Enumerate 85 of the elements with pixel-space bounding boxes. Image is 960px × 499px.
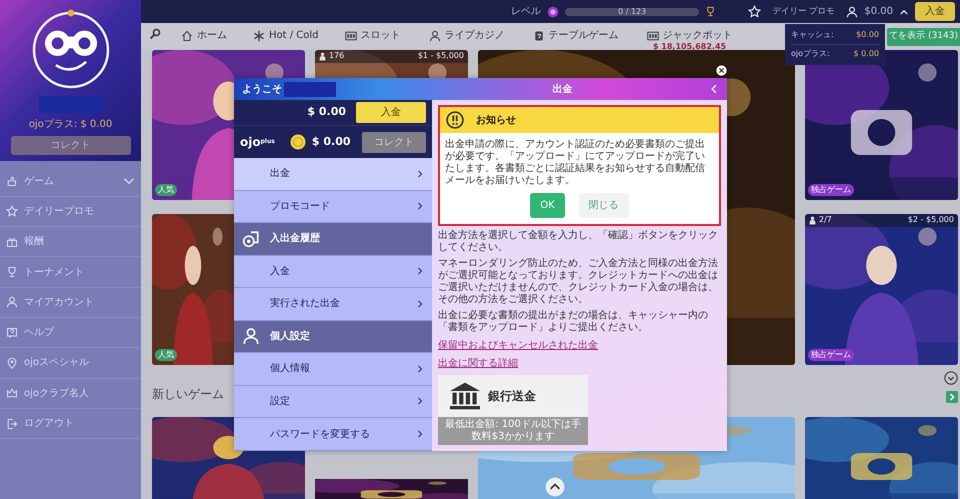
redaction-bar <box>284 82 336 96</box>
logout-icon <box>6 418 18 430</box>
chevron-right-icon <box>416 168 424 180</box>
level-reading: 0 / 123 <box>617 6 648 18</box>
balance-text: $0.00 <box>864 5 893 19</box>
help-icon <box>6 326 18 339</box>
slot-machine-icon <box>646 30 659 42</box>
chevron-right-icon <box>416 362 424 375</box>
menu-item[interactable]: 入金 <box>234 256 432 288</box>
home-icon <box>181 30 193 42</box>
level-label: レベル <box>511 5 542 19</box>
card-icon <box>532 30 545 42</box>
bet-limits: $1 - $5,000 <box>418 50 464 62</box>
game-tag: 人気 <box>155 349 177 361</box>
game-tag: 独占ゲーム <box>808 349 854 361</box>
redaction-bar <box>38 96 102 113</box>
paragraph: マネーロンダリング防止のため、ご入金方法と同様の出金方法がご選択可能となっております。クレジットカードへの出金はご選択いただけませんので、クレジットカード入金の場合は、その他の方法をご選択ください。 <box>438 258 719 306</box>
text-link[interactable]: 出金に関する詳細 <box>438 356 518 371</box>
snowflake-icon <box>253 30 265 42</box>
scroll-up-icon[interactable] <box>545 477 565 497</box>
back-icon[interactable] <box>709 83 719 95</box>
notice-text: 出金申請の際に、アカウント認証のため必要書類のご提出が必要です。「アップロード」にてアップロードが完了いたします。各書類ごとに認証結果をお知らせする自動配信メールをお届けいたします。 <box>444 138 706 188</box>
chevron-right-icon <box>416 298 424 310</box>
crown-icon <box>6 387 18 400</box>
deposit-button[interactable]: 入金 <box>356 102 426 123</box>
close-icon[interactable] <box>716 65 727 76</box>
text-link[interactable]: 保留中およびキャンセルされた出金 <box>438 338 598 353</box>
nav-tab[interactable]: スロット <box>344 28 401 43</box>
coin-icon <box>290 134 306 150</box>
balance-label: キャッシュ: <box>791 29 834 41</box>
menu-item[interactable]: プロモコード <box>234 190 432 224</box>
section-heading: 新しいゲーム <box>152 386 224 403</box>
person-icon <box>808 216 817 225</box>
chevron-down-icon[interactable] <box>944 371 958 385</box>
menu-item[interactable]: 実行された出金 <box>234 288 432 321</box>
player-count: 176 <box>329 50 344 62</box>
person-icon <box>318 52 327 61</box>
nav-tab[interactable]: テーブルゲーム <box>532 28 619 43</box>
trophy-icon <box>705 6 716 17</box>
game-tag: 人気 <box>155 184 177 196</box>
gift-icon <box>6 236 18 248</box>
balance-text: ojoプラス: $ 0.00 <box>28 118 112 132</box>
star-icon[interactable] <box>748 5 762 18</box>
nav-tab[interactable]: ライブカジノ <box>428 28 505 43</box>
section-title: 入出金履歴 <box>270 232 320 246</box>
plus-logo: ojo$^{plus}$ <box>240 134 275 151</box>
nav-tab[interactable]: Hot / Cold <box>253 28 319 43</box>
notice-title: お知らせ <box>476 114 516 128</box>
alert-icon <box>446 111 464 129</box>
user-icon <box>428 30 441 42</box>
menu-item[interactable]: 出金 <box>234 158 432 191</box>
deposit-button[interactable]: 入金 <box>915 2 955 21</box>
search-icon[interactable] <box>149 28 161 40</box>
daily-promo-link[interactable]: デイリー プロモ <box>772 7 835 16</box>
nav-tab[interactable]: ジャックポット <box>646 28 733 43</box>
paragraph: 出金に必要な書類の提出がまだの場合は、キャッシャー内の「書類をアップロード」よりご提出ください。 <box>438 310 709 334</box>
section-title: 個人設定 <box>270 329 310 344</box>
balance-label: ojoプラス: <box>791 48 830 60</box>
nav-tab[interactable]: ホーム <box>181 28 227 43</box>
modal-title: 出金 <box>552 82 574 96</box>
player-count: 2/7 <box>819 214 832 226</box>
user-icon <box>242 327 260 346</box>
user-icon <box>6 296 18 308</box>
bank-icon <box>448 380 482 411</box>
chip-icon <box>547 6 560 18</box>
menu-item[interactable]: 設定 <box>234 386 432 418</box>
hand-icon <box>6 175 18 188</box>
menu-item[interactable]: パスワードを変更する <box>234 418 432 451</box>
jackpot-amount: $ 18,105,682.45 <box>652 43 726 51</box>
welcome-text: ようこそ <box>242 82 282 96</box>
balance-text: $ 0.00 <box>307 104 346 120</box>
bet-limits: $2 - $5,000 <box>908 214 954 226</box>
trophy-icon <box>6 266 18 278</box>
star-icon <box>6 205 18 218</box>
balance-value: $ 0.00 <box>854 48 879 60</box>
user-icon[interactable] <box>846 6 858 18</box>
payment-method-card[interactable]: 銀行送金 最低出金額: 100ドル以下は手数料$3かかります <box>438 374 588 445</box>
game-tag: 独占ゲーム <box>808 184 854 196</box>
pin-icon <box>6 356 18 369</box>
balance-text: $ 0.00 <box>312 134 350 150</box>
balance-value: $0.00 <box>856 29 879 41</box>
coins-icon <box>242 230 260 248</box>
menu-item[interactable]: 個人情報 <box>234 353 432 386</box>
slot-icon <box>344 30 357 42</box>
paragraph: 出金方法を選択して金額を入力し、「確認」ボタンをクリックしてください。 <box>438 230 719 254</box>
